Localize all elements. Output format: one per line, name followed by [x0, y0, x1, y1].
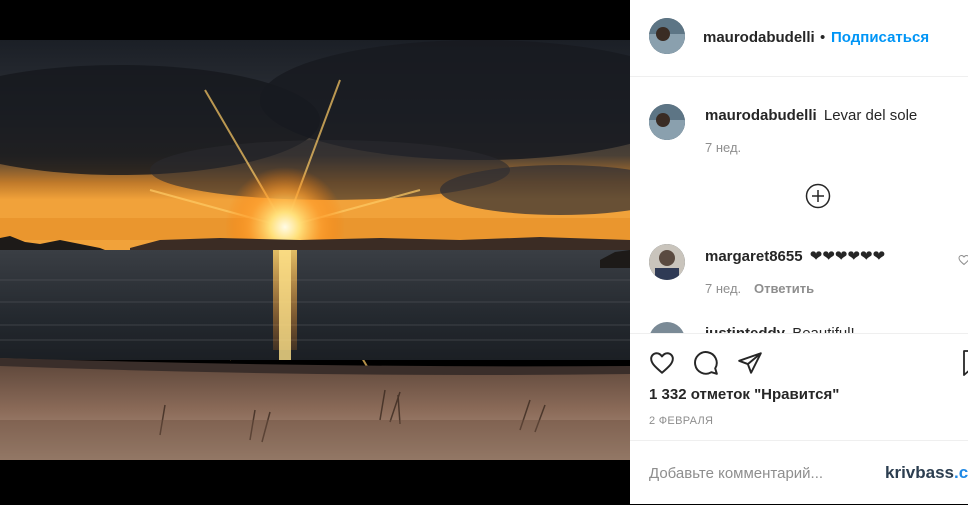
post-photo[interactable]: [0, 40, 630, 460]
post-header: maurodabudelli • Подписаться: [630, 0, 968, 77]
caption-time[interactable]: 7 нед.: [705, 140, 741, 155]
load-more-comments-button[interactable]: [805, 183, 831, 209]
caption-username[interactable]: maurodabudelli: [705, 107, 817, 124]
comment-avatar[interactable]: [649, 244, 685, 280]
heart-icon: [650, 352, 674, 374]
comment-button[interactable]: [693, 350, 719, 376]
comment-icon: [694, 351, 718, 375]
like-button[interactable]: [649, 350, 675, 376]
watermark-accent: .ci: [954, 463, 968, 482]
share-icon: [738, 352, 762, 374]
plus-circle-icon: [805, 183, 831, 209]
share-button[interactable]: [737, 350, 763, 376]
post-side-panel: maurodabudelli • Подписаться maurodabude…: [630, 0, 968, 504]
photo-pane: [0, 0, 630, 504]
comment-text: ❤❤❤❤❤❤: [809, 248, 886, 265]
author-avatar[interactable]: [649, 18, 685, 54]
comment-text: Beautiful!: [792, 325, 855, 333]
post-date[interactable]: 2 ФЕВРАЛЯ: [649, 415, 713, 427]
comment-input[interactable]: Добавьте комментарий...: [649, 465, 823, 482]
watermark-main: krivbass: [885, 463, 954, 482]
caption-text: Levar del sole: [823, 107, 918, 124]
author-username[interactable]: maurodabudelli: [703, 29, 815, 46]
comments-list[interactable]: maurodabudelli Levar del sole 7 нед. mar…: [630, 77, 968, 333]
save-button[interactable]: [962, 350, 968, 376]
comment-username[interactable]: justinteddy: [705, 325, 785, 333]
follow-button[interactable]: Подписаться: [831, 29, 929, 46]
comment-username[interactable]: margaret8655: [705, 248, 803, 265]
reply-button[interactable]: Ответить: [754, 281, 814, 296]
comment-avatar[interactable]: [649, 322, 685, 333]
separator-dot: •: [820, 29, 826, 46]
comment-like-icon[interactable]: [958, 253, 968, 266]
comment-time[interactable]: 7 нед.: [705, 281, 741, 296]
add-comment-bar: Добавьте комментарий... krivbass.ci: [630, 440, 968, 505]
watermark-logo: krivbass.ci: [885, 463, 968, 483]
caption-avatar[interactable]: [649, 104, 685, 140]
likes-count[interactable]: 1 332 отметок "Нравится": [649, 386, 839, 403]
bookmark-icon: [963, 350, 968, 376]
